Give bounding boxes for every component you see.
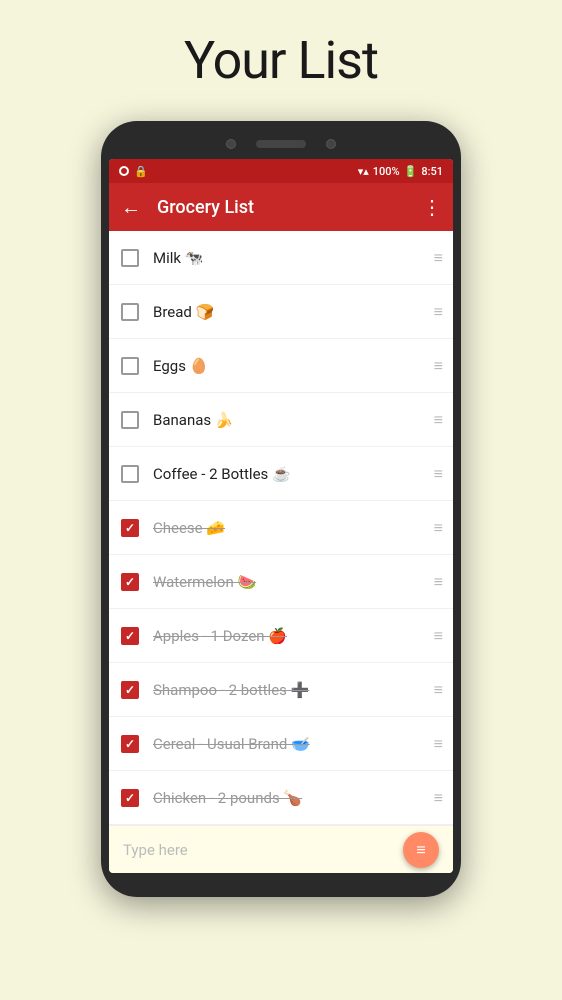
checkbox-4[interactable]	[121, 411, 139, 429]
drag-handle-1[interactable]: ≡	[434, 248, 441, 268]
list-item[interactable]: Cereal - Usual Brand 🥣 ≡	[109, 717, 453, 771]
item-text-4: Bananas 🍌	[153, 411, 426, 429]
drag-handle-8[interactable]: ≡	[434, 626, 441, 646]
item-text-11: Chicken - 2 pounds 🍗	[153, 789, 426, 807]
item-text-10: Cereal - Usual Brand 🥣	[153, 735, 426, 753]
list-item[interactable]: Cheese 🧀 ≡	[109, 501, 453, 555]
drag-handle-5[interactable]: ≡	[434, 464, 441, 484]
item-text-3: Eggs 🥚	[153, 357, 426, 375]
type-here-placeholder[interactable]: Type here	[123, 841, 403, 859]
checkbox-11[interactable]	[121, 789, 139, 807]
checkbox-3[interactable]	[121, 357, 139, 375]
checkbox-5[interactable]	[121, 465, 139, 483]
status-right: ▾▴ 100% 🔋 8:51	[358, 165, 443, 178]
list-item[interactable]: Coffee - 2 Bottles ☕ ≡	[109, 447, 453, 501]
item-text-7: Watermelon 🍉	[153, 573, 426, 591]
time: 8:51	[421, 165, 443, 178]
list-item[interactable]: Eggs 🥚 ≡	[109, 339, 453, 393]
drag-handle-7[interactable]: ≡	[434, 572, 441, 592]
list-item[interactable]: Milk 🐄 ≡	[109, 231, 453, 285]
list-item[interactable]: Bread 🍞 ≡	[109, 285, 453, 339]
checkbox-6[interactable]	[121, 519, 139, 537]
drag-handle-3[interactable]: ≡	[434, 356, 441, 376]
checkbox-7[interactable]	[121, 573, 139, 591]
checkbox-8[interactable]	[121, 627, 139, 645]
back-button[interactable]: ←	[121, 195, 141, 220]
notification-icon	[119, 166, 129, 176]
grocery-list: Milk 🐄≡Bread 🍞≡Eggs 🥚≡Bananas 🍌≡Coffee -…	[109, 231, 453, 825]
add-item-button[interactable]: ≡	[403, 832, 439, 868]
drag-handle-6[interactable]: ≡	[434, 518, 441, 538]
phone-bottom-bar	[109, 873, 453, 885]
list-item[interactable]: Apples - 1 Dozen 🍎 ≡	[109, 609, 453, 663]
status-left: 🔒	[119, 165, 148, 178]
signal-icon: ▾▴	[358, 165, 369, 178]
checkbox-1[interactable]	[121, 249, 139, 267]
list-item[interactable]: Watermelon 🍉 ≡	[109, 555, 453, 609]
item-text-6: Cheese 🧀	[153, 519, 426, 537]
sensor	[326, 139, 336, 149]
checkbox-9[interactable]	[121, 681, 139, 699]
phone-top-bar	[109, 133, 453, 159]
checkbox-10[interactable]	[121, 735, 139, 753]
item-text-1: Milk 🐄	[153, 249, 426, 267]
lock-icon: 🔒	[134, 165, 148, 178]
drag-handle-10[interactable]: ≡	[434, 734, 441, 754]
app-bar: ← Grocery List ⋮	[109, 183, 453, 231]
input-bar: Type here ≡	[109, 825, 453, 873]
status-bar: 🔒 ▾▴ 100% 🔋 8:51	[109, 159, 453, 183]
item-text-8: Apples - 1 Dozen 🍎	[153, 627, 426, 645]
phone-frame: 🔒 ▾▴ 100% 🔋 8:51 ← Grocery List ⋮ Milk 🐄…	[101, 121, 461, 897]
drag-handle-9[interactable]: ≡	[434, 680, 441, 700]
drag-handle-11[interactable]: ≡	[434, 788, 441, 808]
item-text-9: Shampoo - 2 bottles ➕	[153, 681, 426, 699]
drag-handle-4[interactable]: ≡	[434, 410, 441, 430]
battery-percent: 100%	[373, 165, 400, 178]
list-item[interactable]: Bananas 🍌 ≡	[109, 393, 453, 447]
speaker	[256, 140, 306, 148]
checkbox-2[interactable]	[121, 303, 139, 321]
list-item[interactable]: Chicken - 2 pounds 🍗 ≡	[109, 771, 453, 825]
add-icon: ≡	[416, 840, 425, 860]
item-text-5: Coffee - 2 Bottles ☕	[153, 465, 426, 483]
page-title: Your List	[184, 30, 378, 91]
item-text-2: Bread 🍞	[153, 303, 426, 321]
app-bar-title: Grocery List	[157, 197, 406, 218]
phone-screen: 🔒 ▾▴ 100% 🔋 8:51 ← Grocery List ⋮ Milk 🐄…	[109, 159, 453, 873]
drag-handle-2[interactable]: ≡	[434, 302, 441, 322]
battery-icon: 🔋	[404, 165, 418, 178]
more-options-button[interactable]: ⋮	[422, 195, 441, 219]
front-camera	[226, 139, 236, 149]
list-item[interactable]: Shampoo - 2 bottles ➕ ≡	[109, 663, 453, 717]
